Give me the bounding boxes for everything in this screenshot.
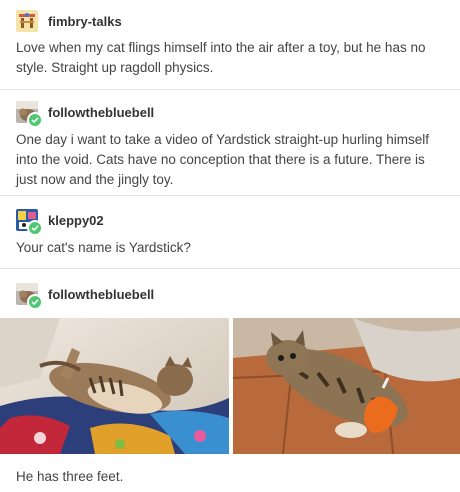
follow-badge-icon[interactable] (27, 294, 43, 310)
follow-badge-icon[interactable] (27, 220, 43, 236)
cat-photo-left[interactable] (0, 318, 229, 454)
post-text: He has three feet. (16, 469, 124, 484)
reblog-post-3: kleppy02 Your cat's name is Yardstick? (0, 196, 460, 269)
avatar-icon (16, 10, 38, 32)
post-header: followthebluebell (16, 283, 154, 310)
post-text: Your cat's name is Yardstick? (16, 240, 191, 255)
post-header: followthebluebell (16, 101, 154, 128)
cat-photo-right[interactable] (233, 318, 460, 454)
username[interactable]: followthebluebell (48, 105, 154, 120)
avatar[interactable] (16, 101, 43, 128)
post-header: fimbry-talks (16, 10, 122, 32)
username[interactable]: followthebluebell (48, 287, 154, 302)
avatar[interactable] (16, 283, 43, 310)
reblog-post-1: fimbry-talks Love when my cat flings him… (0, 0, 460, 90)
avatar[interactable] (16, 209, 43, 236)
reblog-post-2: followthebluebell One day i want to take… (0, 90, 460, 196)
avatar[interactable] (16, 10, 38, 32)
post-header: kleppy02 (16, 209, 104, 236)
username[interactable]: fimbry-talks (48, 14, 122, 29)
follow-badge-icon[interactable] (27, 112, 43, 128)
post-text: One day i want to take a video of Yardst… (16, 132, 429, 187)
username[interactable]: kleppy02 (48, 213, 104, 228)
photo-set (0, 318, 460, 454)
post-text: Love when my cat flings himself into the… (16, 40, 426, 75)
